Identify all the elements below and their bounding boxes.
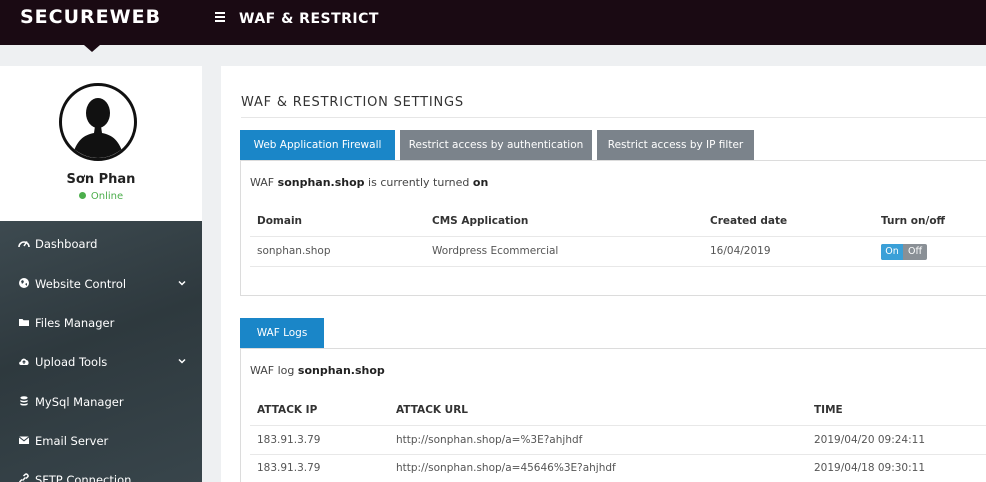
table-row-divider <box>250 425 986 426</box>
user-name: Sơn Phan <box>66 172 136 187</box>
sidebar-item-upload-tools[interactable]: Upload Tools <box>0 347 202 377</box>
brand-logo[interactable]: SECUREWEB <box>20 6 161 28</box>
column-header-time: TIME <box>814 404 843 416</box>
waf-toggle[interactable]: On Off <box>881 244 927 260</box>
sidebar-item-dashboard[interactable]: Dashboard <box>0 229 202 259</box>
sidebar-item-label: Upload Tools <box>35 355 108 369</box>
column-header-attack-ip: ATTACK IP <box>257 404 318 416</box>
waf-status-middle: is currently turned <box>368 176 470 189</box>
main-panel: WAF & RESTRICTION SETTINGS Web Applicati… <box>221 66 986 482</box>
cell-attack-url: http://sonphan.shop/a=45646%3E?ahjhdf <box>396 462 616 474</box>
sidebar-item-sftp-connection[interactable]: SFTP Connection <box>0 465 202 482</box>
tab-restrict-authentication[interactable]: Restrict access by authentication <box>400 130 592 160</box>
user-status-label: Online <box>90 191 124 202</box>
toggle-off-label: Off <box>907 246 923 257</box>
page-heading: WAF & RESTRICT <box>239 11 379 27</box>
cell-cms: Wordpress Ecommercial <box>432 245 559 257</box>
tab-waf-logs[interactable]: WAF Logs <box>240 318 324 348</box>
waf-status-domain: sonphan.shop <box>277 176 365 189</box>
cell-time: 2019/04/20 09:24:11 <box>814 434 926 446</box>
cell-domain: sonphan.shop <box>257 245 331 257</box>
brand-caret-icon <box>84 45 100 52</box>
table-row-divider <box>250 236 986 237</box>
waf-log-domain: sonphan.shop <box>297 364 385 377</box>
sidebar: Dashboard Website Control Files Manager … <box>0 221 202 482</box>
folder-icon <box>19 319 29 326</box>
dashboard-icon <box>18 241 30 248</box>
column-header-turn-on-off: Turn on/off <box>881 215 946 227</box>
table-row-divider <box>250 454 986 455</box>
column-header-attack-url: ATTACK URL <box>396 404 468 416</box>
chevron-down-icon <box>178 280 186 286</box>
sidebar-item-label: MySql Manager <box>35 395 124 409</box>
sidebar-item-label: Files Manager <box>35 316 115 330</box>
table-row-divider <box>250 266 986 267</box>
envelope-icon <box>18 436 30 444</box>
tab-restrict-ip-filter[interactable]: Restrict access by IP filter <box>597 130 754 160</box>
cloud-upload-icon <box>19 358 29 365</box>
globe-icon <box>19 278 29 288</box>
online-dot-icon <box>78 192 86 199</box>
top-bar: SECUREWEB WAF & RESTRICT <box>0 0 986 45</box>
database-icon <box>20 396 28 406</box>
chevron-down-icon <box>178 358 186 364</box>
sidebar-item-label: SFTP Connection <box>35 473 132 482</box>
waf-logs-box: WAF log sonphan.shop ATTACK IP ATTACK UR… <box>240 348 986 482</box>
toggle-on-label: On <box>881 244 903 260</box>
waf-log-prefix: WAF log <box>250 364 295 377</box>
sidebar-item-email-server[interactable]: Email Server <box>0 426 202 456</box>
cell-time: 2019/04/18 09:30:11 <box>814 462 926 474</box>
column-header-created-date: Created date <box>710 215 788 227</box>
sidebar-item-label: Email Server <box>35 434 109 448</box>
cell-attack-ip: 183.91.3.79 <box>257 462 321 474</box>
sidebar-item-label: Website Control <box>35 277 127 291</box>
sidebar-item-website-control[interactable]: Website Control <box>0 269 202 299</box>
cell-created-date: 16/04/2019 <box>710 245 771 257</box>
sidebar-item-files-manager[interactable]: Files Manager <box>0 308 202 338</box>
cell-attack-url: http://sonphan.shop/a=%3E?ahjhdf <box>396 434 583 446</box>
column-header-cms: CMS Application <box>432 215 529 227</box>
avatar[interactable] <box>59 83 137 161</box>
column-header-domain: Domain <box>257 215 303 227</box>
waf-status-prefix: WAF <box>250 176 275 189</box>
waf-settings-box: WAF sonphan.shop is currently turned on … <box>240 160 986 296</box>
user-silhouette-icon <box>72 98 124 158</box>
link-icon <box>19 473 29 482</box>
hamburger-menu-icon[interactable] <box>215 12 225 23</box>
sidebar-item-mysql-manager[interactable]: MySql Manager <box>0 387 202 417</box>
tab-web-application-firewall[interactable]: Web Application Firewall <box>240 130 395 160</box>
user-profile: Sơn Phan Online <box>0 66 202 221</box>
waf-log-heading: WAF log sonphan.shop <box>250 364 385 377</box>
waf-status-line: WAF sonphan.shop is currently turned on <box>250 176 488 189</box>
cell-attack-ip: 183.91.3.79 <box>257 434 321 446</box>
user-status: Online <box>0 191 202 202</box>
waf-status-value: on <box>472 176 489 189</box>
page-title: WAF & RESTRICTION SETTINGS <box>241 95 464 110</box>
title-divider <box>241 117 986 118</box>
sidebar-item-label: Dashboard <box>35 237 98 251</box>
